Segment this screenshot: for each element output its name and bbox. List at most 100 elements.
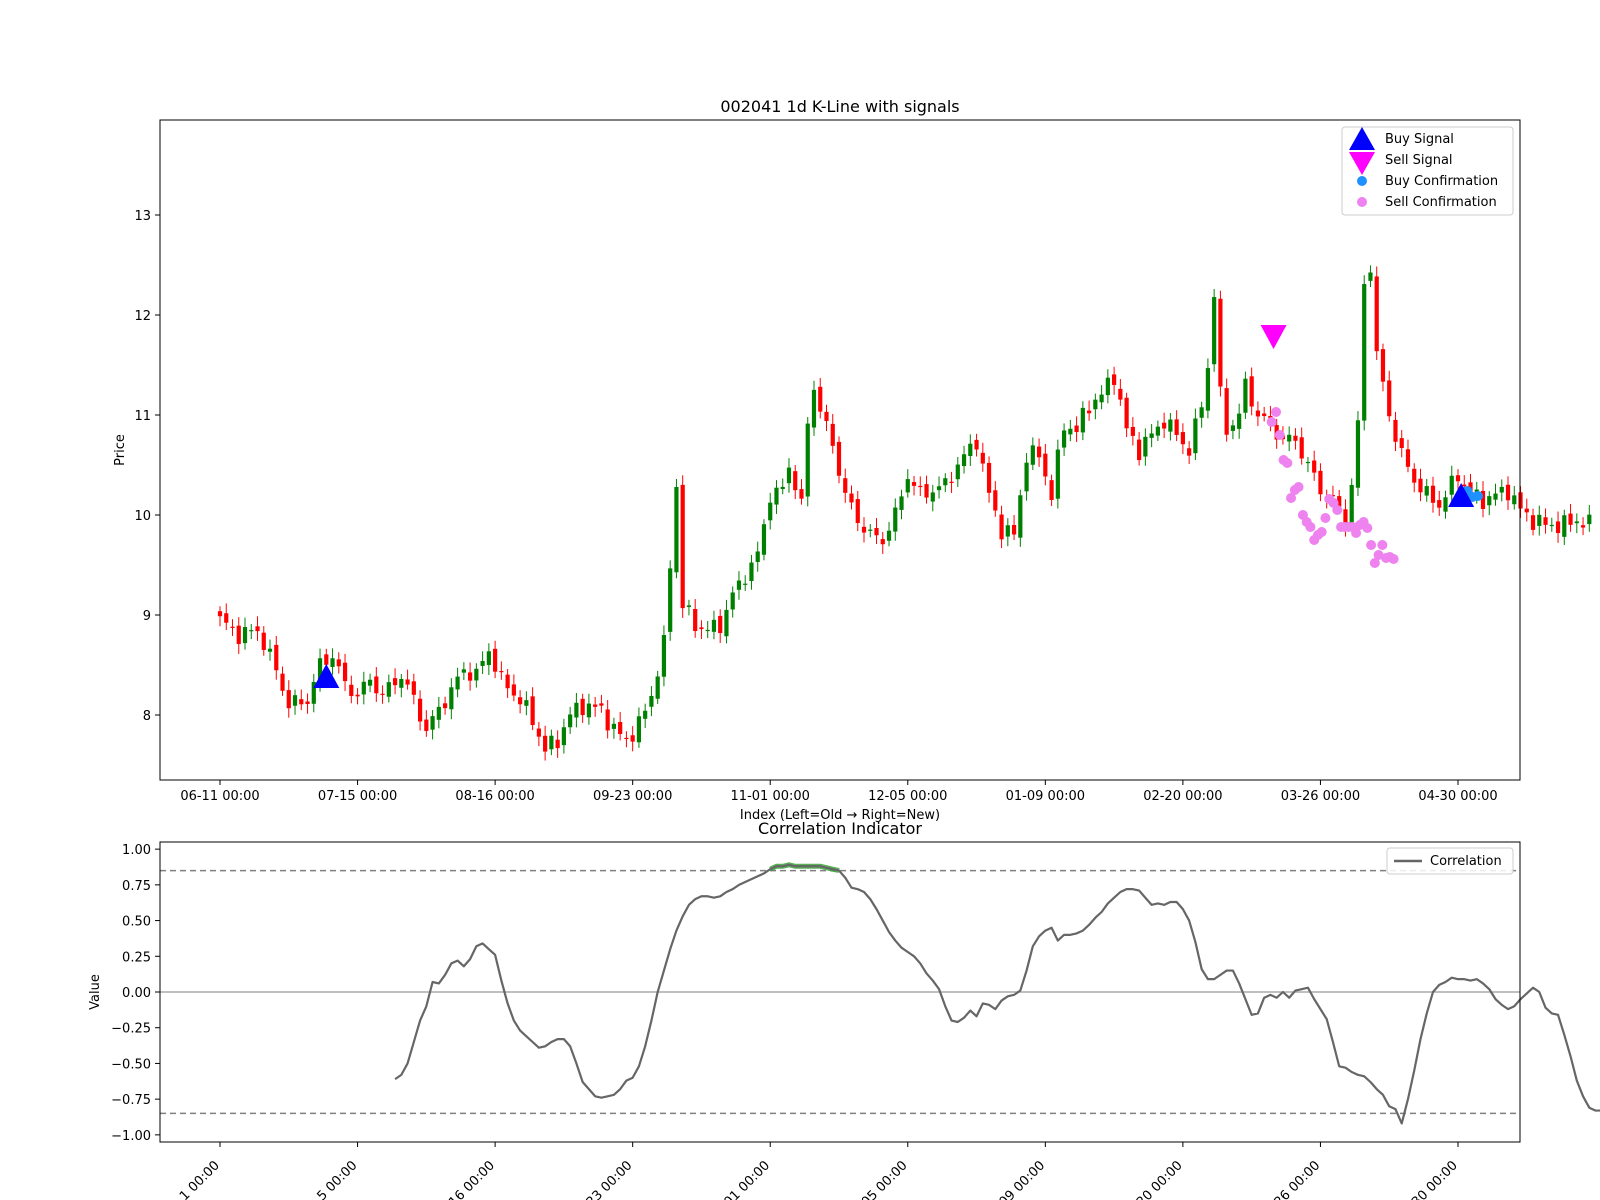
buy-confirmation-marker: [1473, 491, 1484, 501]
kline-x-tick-label: 04-30 00:00: [1418, 789, 1497, 804]
legend-sell-confirmation-label: Sell Confirmation: [1385, 195, 1497, 210]
candle-body: [1462, 484, 1467, 487]
candle-body: [949, 481, 954, 483]
candle-body: [1230, 425, 1236, 431]
candle-body: [1312, 460, 1317, 473]
candle-body: [1237, 413, 1242, 429]
candle-body: [1255, 410, 1261, 417]
candle-body: [1530, 515, 1536, 530]
candle-body: [330, 658, 335, 667]
candle-body: [961, 454, 967, 467]
candle-body: [449, 687, 454, 710]
candle-body: [1061, 430, 1067, 448]
candle-body: [724, 609, 729, 637]
candle-body: [636, 716, 642, 743]
candle-body: [1393, 419, 1398, 442]
candle-body: [1005, 525, 1010, 537]
correlation-y-tick-label: 1.00: [122, 843, 151, 858]
candle-body: [574, 702, 579, 718]
candle-body: [1155, 426, 1160, 436]
candle-body: [674, 486, 679, 573]
candle-body: [1555, 521, 1561, 534]
candle-body: [399, 679, 404, 688]
candle-body: [886, 530, 892, 541]
candle-body: [743, 583, 748, 585]
kline-y-tick-label: 11: [134, 409, 151, 424]
legend-buy-signal-label: Buy Signal: [1385, 132, 1454, 147]
candle-body: [580, 698, 585, 716]
candle-body: [1287, 434, 1292, 442]
candle-body: [1449, 475, 1454, 495]
candle-body: [493, 648, 498, 672]
candle-body: [1262, 413, 1267, 416]
candle-body: [1443, 497, 1448, 512]
candle-body: [1387, 380, 1392, 417]
candle-body: [924, 484, 929, 498]
candle-body: [1318, 470, 1323, 495]
candle-body: [668, 568, 673, 632]
kline-y-tick-label: 9: [143, 609, 151, 624]
candle-body: [830, 423, 835, 446]
candle-body: [1162, 422, 1167, 429]
candle-body: [1087, 410, 1092, 414]
candle-body: [611, 723, 617, 729]
sell-confirmation-marker: [1271, 407, 1282, 417]
candle-body: [1505, 484, 1511, 501]
candle-body: [280, 673, 285, 691]
kline-y-tick-label: 8: [143, 709, 151, 724]
candle-body: [811, 389, 817, 428]
candle-body: [793, 471, 798, 491]
candle-body: [305, 701, 310, 705]
candle-body: [1180, 432, 1185, 445]
candle-body: [1562, 515, 1567, 537]
candle-body: [355, 694, 360, 697]
candle-body: [1011, 524, 1017, 535]
candle-body: [499, 671, 504, 673]
candle-body: [255, 626, 260, 632]
candle-body: [893, 507, 898, 532]
candle-body: [836, 441, 842, 476]
candle-body: [1168, 419, 1173, 432]
candle-body: [367, 679, 373, 686]
candle-body: [974, 439, 979, 450]
candle-body: [374, 676, 379, 694]
candle-body: [405, 679, 410, 685]
candle-body: [818, 386, 823, 412]
candle-body: [930, 492, 935, 502]
candle-body: [1587, 514, 1592, 525]
candle-body: [505, 674, 510, 689]
candle-body: [524, 700, 529, 706]
candle-body: [568, 714, 573, 728]
candle-body: [599, 703, 604, 706]
candle-body: [392, 678, 398, 686]
candle-body: [1093, 399, 1098, 410]
kline-y-tick-label: 10: [134, 509, 151, 524]
candle-body: [349, 684, 354, 697]
candle-body: [643, 710, 648, 719]
candle-body: [1049, 480, 1054, 500]
candle-body: [261, 632, 266, 650]
candle-body: [411, 681, 416, 695]
candle-body: [655, 676, 660, 699]
candle-body: [1412, 468, 1417, 483]
candle-body: [786, 467, 792, 484]
kline-legend: Buy Signal Sell Signal Buy Confirmation …: [1341, 126, 1514, 216]
candle-body: [1493, 493, 1498, 500]
candle-body: [468, 672, 473, 681]
candle-body: [1099, 394, 1104, 403]
correlation-y-tick-label: −0.75: [111, 1093, 151, 1108]
candle-body: [424, 719, 429, 731]
candle-body: [1399, 438, 1404, 449]
candle-body: [774, 487, 779, 505]
candle-body: [1487, 496, 1492, 506]
candle-body: [986, 462, 992, 493]
candle-body: [905, 479, 910, 493]
candle-body: [324, 654, 329, 665]
candle-body: [1574, 521, 1579, 524]
candle-body: [380, 693, 385, 695]
candle-body: [1130, 426, 1135, 436]
candle-body: [1243, 378, 1248, 413]
kline-title: 002041 1d K-Line with signals: [720, 97, 959, 116]
candle-body: [880, 539, 885, 545]
candle-body: [1305, 461, 1311, 464]
